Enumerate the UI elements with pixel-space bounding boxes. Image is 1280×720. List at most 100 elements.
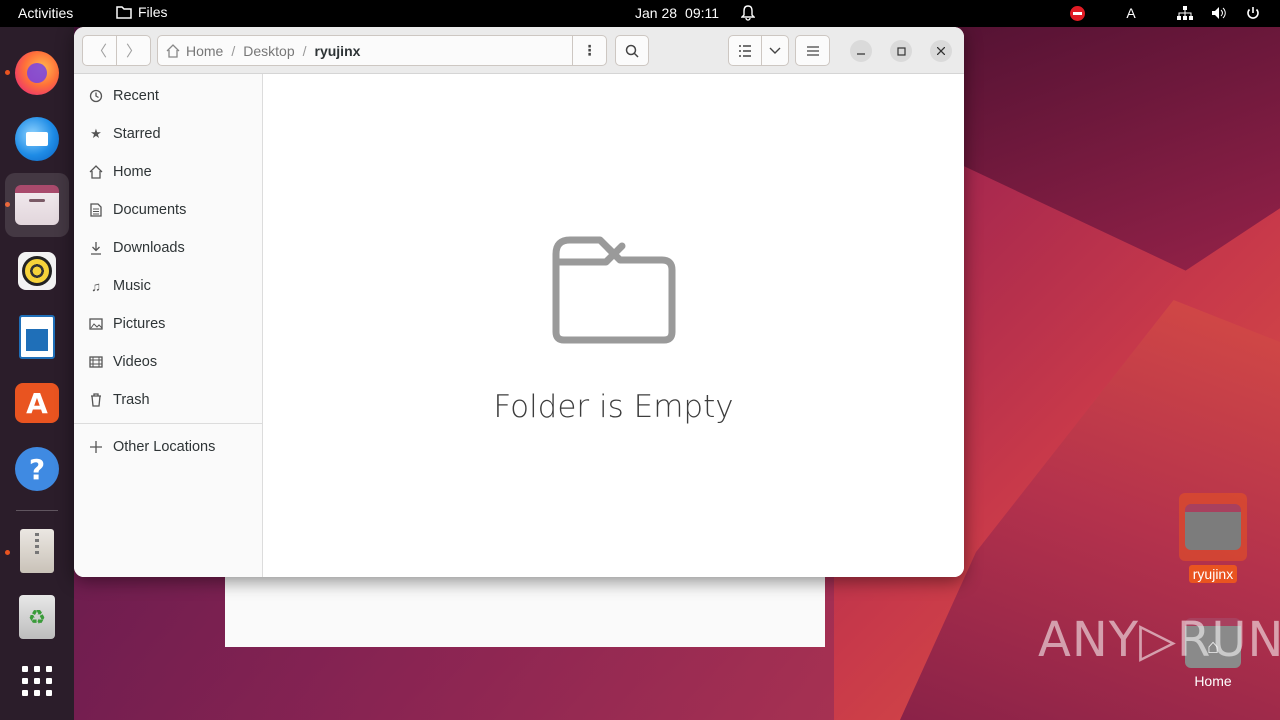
search-button[interactable]: [615, 35, 649, 66]
apps-grid-icon: [22, 666, 52, 696]
clock-icon: [88, 88, 104, 104]
activities-button[interactable]: Activities: [18, 5, 73, 21]
watermark-logo: ANY▷RUN: [1038, 612, 1280, 668]
breadcrumb-desktop[interactable]: Desktop: [235, 43, 302, 59]
files-window: 〈 〉 Home / Desktop / ryujinx ⋮ Recent ★ …: [74, 27, 964, 577]
dock-thunderbird[interactable]: [5, 107, 69, 171]
writer-icon: [19, 315, 55, 359]
folder-icon: [116, 6, 132, 19]
minimize-icon: [857, 53, 865, 55]
breadcrumb-label: ryujinx: [314, 42, 361, 59]
sidebar-item-label: Trash: [113, 392, 150, 408]
sidebar-item-label: Home: [113, 164, 152, 180]
desktop-icon-ryujinx[interactable]: ryujinx: [1173, 493, 1253, 583]
list-view-icon: [739, 44, 751, 57]
dock-rhythmbox[interactable]: [5, 239, 69, 303]
star-icon: ★: [90, 126, 102, 141]
chevron-down-icon: [769, 47, 781, 54]
dock-libreoffice-writer[interactable]: [5, 305, 69, 369]
home-icon: [88, 164, 104, 180]
desktop-icon-label: Home: [1194, 673, 1232, 689]
main-menu-button[interactable]: [795, 35, 830, 66]
trash-icon: [88, 392, 104, 408]
archive-icon: [20, 529, 54, 573]
help-icon: ?: [15, 447, 59, 491]
sidebar-item-label: Other Locations: [113, 439, 216, 455]
sidebar-item-videos[interactable]: Videos: [74, 343, 262, 381]
clock-date: Jan 28: [635, 5, 678, 21]
search-icon: [625, 44, 639, 58]
power-icon[interactable]: [1244, 3, 1262, 23]
music-icon: ♫: [91, 278, 101, 294]
picture-icon: [88, 316, 104, 332]
dock-files[interactable]: [5, 173, 69, 237]
desktop-icon-label: ryujinx: [1188, 565, 1238, 583]
files-icon: [15, 185, 59, 225]
sidebar-item-label: Starred: [113, 126, 161, 142]
dock-app-center[interactable]: A: [5, 371, 69, 435]
view-options-button[interactable]: [761, 35, 789, 66]
firefox-icon: [15, 51, 59, 95]
folder-icon: [1179, 493, 1247, 561]
empty-folder-icon: [552, 236, 676, 344]
sidebar-item-label: Recent: [113, 88, 159, 104]
document-icon: [88, 202, 104, 218]
sidebar-item-pictures[interactable]: Pictures: [74, 305, 262, 343]
maximize-button[interactable]: [890, 40, 912, 62]
clock[interactable]: Jan 28 09:11: [635, 5, 756, 21]
forward-button[interactable]: 〉: [116, 36, 150, 65]
header-bar: 〈 〉 Home / Desktop / ryujinx ⋮: [74, 27, 964, 74]
recycle-icon: ♻: [19, 595, 55, 639]
show-apps-button[interactable]: [5, 649, 69, 713]
sidebar-item-label: Downloads: [113, 240, 185, 256]
file-view[interactable]: Folder is Empty: [263, 74, 964, 577]
sidebar-item-other-locations[interactable]: Other Locations: [74, 428, 262, 466]
sidebar-item-home[interactable]: Home: [74, 153, 262, 191]
sidebar-item-downloads[interactable]: Downloads: [74, 229, 262, 267]
sidebar: Recent ★ Starred Home Documents Download…: [74, 74, 263, 577]
minimize-button[interactable]: [850, 40, 872, 62]
app-menu-label: Files: [138, 4, 168, 20]
list-view-button[interactable]: [728, 35, 762, 66]
path-bar: Home / Desktop / ryujinx ⋮: [157, 35, 607, 66]
breadcrumb-current[interactable]: ryujinx: [307, 43, 369, 59]
app-menu[interactable]: Files: [116, 4, 168, 20]
back-button[interactable]: 〈: [83, 36, 116, 65]
rhythmbox-icon: [18, 252, 56, 290]
dock-help[interactable]: ?: [5, 437, 69, 501]
close-button[interactable]: [930, 40, 952, 62]
sidebar-item-documents[interactable]: Documents: [74, 191, 262, 229]
empty-folder-message: Folder is Empty: [493, 389, 734, 425]
video-icon: [88, 354, 104, 370]
keyboard-layout-indicator[interactable]: A: [1122, 3, 1140, 23]
sidebar-item-label: Documents: [113, 202, 187, 218]
volume-icon[interactable]: [1210, 3, 1228, 23]
download-icon: [88, 240, 104, 256]
app-center-icon: A: [15, 383, 59, 423]
maximize-icon: [896, 46, 906, 56]
path-menu-button[interactable]: ⋮: [572, 36, 606, 65]
dock-archive-manager[interactable]: [5, 519, 69, 583]
sidebar-item-starred[interactable]: ★ Starred: [74, 115, 262, 153]
sidebar-item-music[interactable]: ♫ Music: [74, 267, 262, 305]
dock-firefox[interactable]: [5, 41, 69, 105]
breadcrumb-label: Home: [186, 42, 224, 59]
dock: A ? ♻: [0, 27, 74, 720]
navigation-buttons: 〈 〉: [82, 35, 151, 66]
thunderbird-icon: [15, 117, 59, 161]
hamburger-icon: [806, 45, 819, 56]
bell-icon: [741, 5, 756, 21]
breadcrumb-home[interactable]: Home: [158, 43, 231, 59]
plus-icon: [88, 439, 104, 455]
breadcrumb-label: Desktop: [243, 42, 295, 59]
sidebar-item-recent[interactable]: Recent: [74, 77, 262, 115]
network-icon[interactable]: [1176, 3, 1194, 23]
sidebar-item-trash[interactable]: Trash: [74, 381, 262, 419]
sidebar-separator: [74, 423, 262, 424]
dock-trash[interactable]: ♻: [5, 585, 69, 649]
home-icon: [166, 43, 180, 58]
top-bar: Activities Files Jan 28 09:11 A: [0, 0, 1280, 27]
do-not-disturb-icon[interactable]: [1068, 3, 1086, 23]
clock-time: 09:11: [685, 5, 720, 21]
system-tray[interactable]: A: [1068, 3, 1262, 23]
